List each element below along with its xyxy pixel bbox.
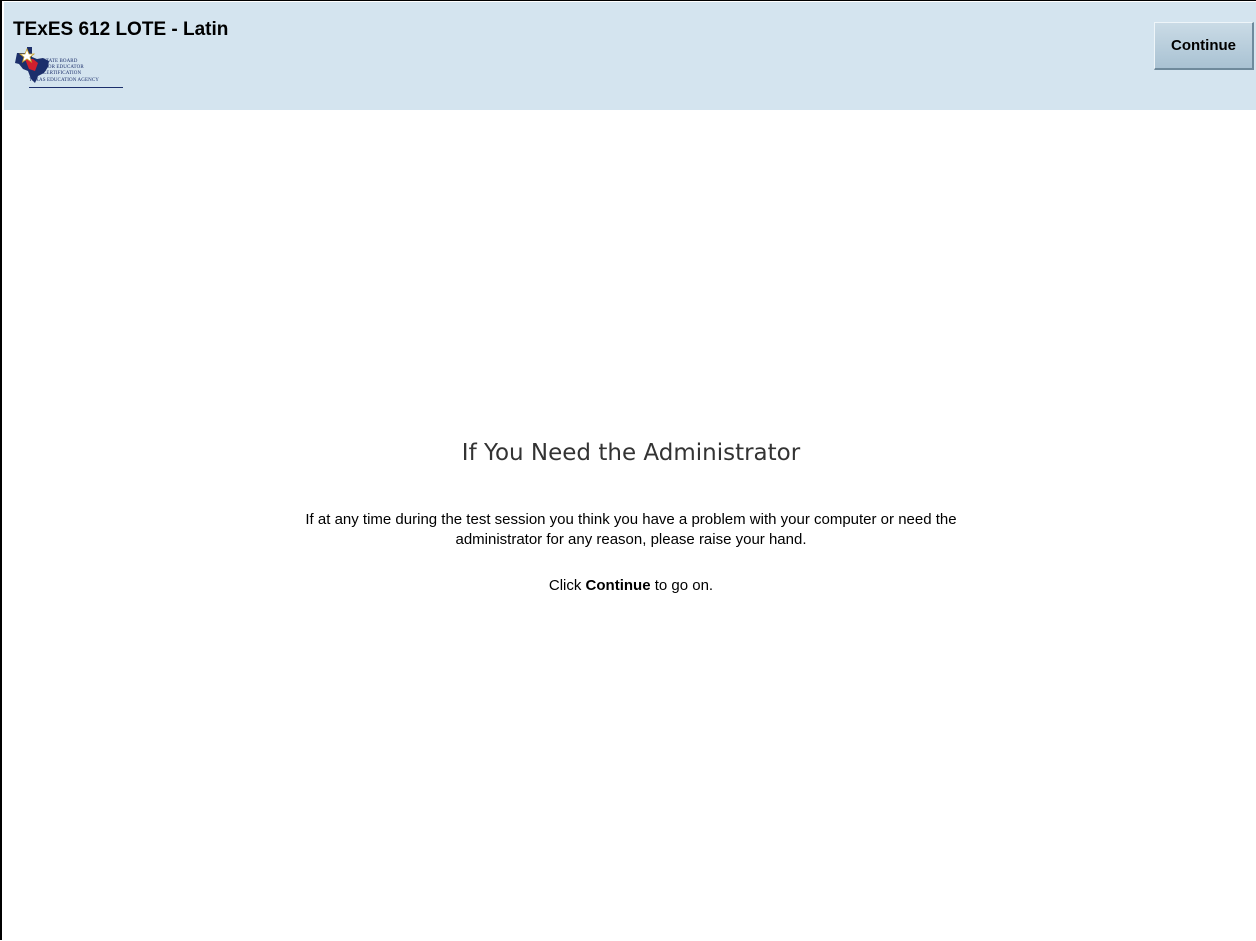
sbec-logo: STATE BOARD FOR EDUCATOR CERTIFICATION T… [13, 45, 125, 105]
instructions-line-1: If at any time during the test session y… [305, 511, 957, 528]
logo-text-line2: FOR EDUCATOR [45, 65, 84, 70]
logo-rule [29, 87, 123, 88]
instruction-suffix: to go on. [654, 577, 714, 594]
logo-text-line3: CERTIFICATION [43, 71, 82, 76]
logo-text-line4: TEXAS EDUCATION AGENCY [29, 78, 99, 83]
app-window: TExES 612 LOTE - Latin STATE BOARD FOR E… [0, 0, 1256, 940]
continue-instruction: Click Continue to go on. [4, 577, 1256, 594]
instructions-paragraph: If at any time during the test session y… [4, 510, 1256, 550]
main-content: If You Need the Administrator If at any … [4, 110, 1256, 941]
app-title: TExES 612 LOTE - Latin [13, 19, 229, 40]
header-bar: TExES 612 LOTE - Latin STATE BOARD FOR E… [4, 2, 1256, 110]
page-heading: If You Need the Administrator [461, 440, 801, 466]
instruction-continue-keyword: Continue [585, 577, 651, 594]
instructions-line-2: administrator for any reason, please rai… [455, 531, 807, 548]
continue-button[interactable]: Continue [1154, 22, 1254, 70]
instruction-prefix: Click [548, 577, 582, 594]
logo-text-line1: STATE BOARD [43, 59, 78, 64]
